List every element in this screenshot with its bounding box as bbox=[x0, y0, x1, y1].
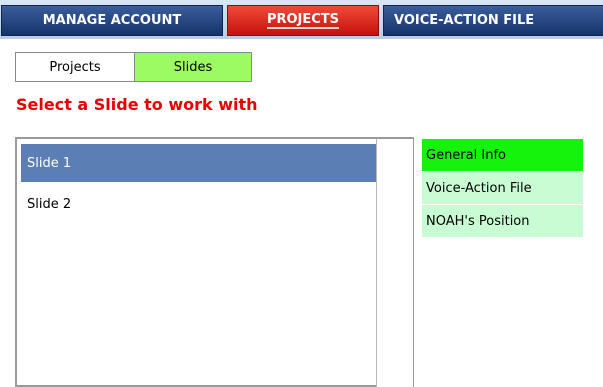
page-heading: Select a Slide to work with bbox=[16, 95, 258, 114]
subtab-label: Projects bbox=[49, 59, 101, 75]
nav-tab-voice-action-file[interactable]: VOICE-ACTION FILE bbox=[383, 5, 603, 36]
menu-item-label: NOAH's Position bbox=[426, 213, 530, 229]
menu-item-general-info[interactable]: General Info bbox=[422, 139, 583, 171]
top-navigation-bar: MANAGE ACCOUNT PROJECTS VOICE-ACTION FIL… bbox=[0, 0, 603, 39]
subtab-label: Slides bbox=[173, 59, 213, 75]
nav-tab-label: VOICE-ACTION FILE bbox=[394, 13, 535, 28]
nav-tab-manage-account[interactable]: MANAGE ACCOUNT bbox=[1, 5, 223, 36]
slide-options-menu: General Info Voice-Action File NOAH's Po… bbox=[422, 139, 583, 238]
nav-tab-label: PROJECTS bbox=[266, 12, 340, 29]
menu-item-noah-position[interactable]: NOAH's Position bbox=[422, 205, 583, 237]
slides-listbox[interactable]: Slide 1 Slide 2 bbox=[15, 137, 414, 387]
slide-list-item[interactable]: Slide 2 bbox=[21, 185, 379, 223]
subtab-projects[interactable]: Projects bbox=[15, 52, 135, 82]
menu-item-label: General Info bbox=[426, 147, 506, 163]
nav-tab-label: MANAGE ACCOUNT bbox=[42, 13, 182, 28]
slide-list-item[interactable]: Slide 1 bbox=[21, 144, 379, 182]
nav-tab-projects[interactable]: PROJECTS bbox=[227, 5, 379, 36]
menu-item-voice-action-file[interactable]: Voice-Action File bbox=[422, 172, 583, 204]
menu-item-label: Voice-Action File bbox=[426, 180, 532, 196]
subtab-slides[interactable]: Slides bbox=[134, 52, 252, 82]
listbox-scrollbar[interactable] bbox=[376, 139, 413, 387]
